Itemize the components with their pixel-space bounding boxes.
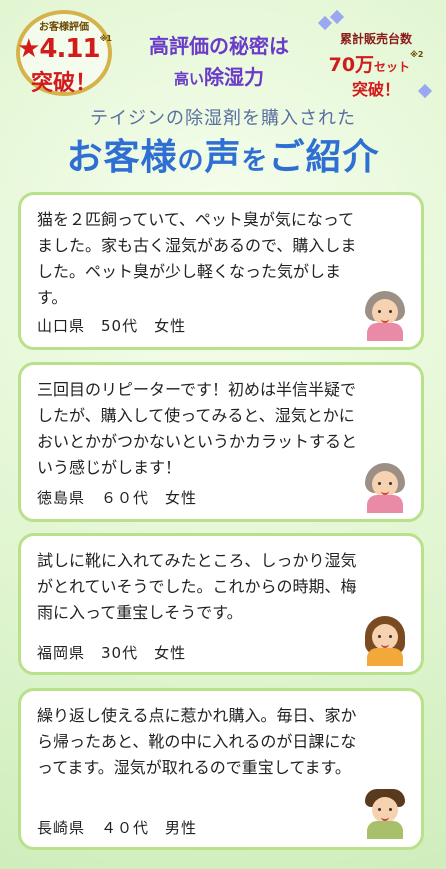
review-card: 三回目のリピーターです！初めは半信半疑でしたが、購入して使ってみると、湿気とかに…: [18, 362, 424, 522]
sparkle-icon: [329, 9, 345, 25]
rating-caption: お客様評価: [39, 22, 89, 33]
elderly-woman-icon: [365, 463, 405, 513]
catch-line-1: 高評価の秘密は: [149, 34, 289, 58]
review-card: 猫を２匹飼っていて、ペット臭が気になってました。家も古く湿気があるので、購入しま…: [18, 192, 424, 350]
rating-note: ※1: [99, 34, 112, 43]
review-author: 福岡県 30代 女性: [37, 644, 187, 662]
review-text: 猫を２匹飼っていて、ペット臭が気になってました。家も古く湿気があるので、購入しま…: [37, 210, 357, 307]
review-author: 長崎県 ４０代 男性: [37, 819, 198, 837]
rating-badge: お客様評価 ★4.11※1 突破！: [8, 10, 120, 98]
lead-text: テイジンの除湿剤を購入された: [90, 108, 356, 129]
sales-suffix: 突破！: [351, 80, 400, 99]
rating-suffix: 突破！: [30, 71, 97, 96]
review-author: 山口県 50代 女性: [37, 317, 187, 335]
review-author: 徳島県 ６０代 女性: [37, 489, 198, 507]
catch-line-2: 高い除湿力: [173, 65, 264, 89]
review-text: 繰り返し使える点に惹かれ購入。毎日、家から帰ったあと、靴の中に入れるのが日課にな…: [37, 706, 357, 777]
sales-caption: 累計販売台数: [339, 32, 412, 46]
sparkle-icon: [317, 15, 333, 31]
catch-copy: 高評価の秘密は 高い除湿力: [128, 30, 310, 90]
man-icon: [365, 789, 405, 839]
elderly-woman-icon: [365, 291, 405, 341]
woman-icon: [365, 616, 405, 666]
review-card: 試しに靴に入れてみたところ、しっかり湿気がとれていそうでした。これからの時期、梅…: [18, 533, 424, 675]
page-title: お客様の声をご紹介: [66, 137, 380, 178]
review-text: 三回目のリピーターです！初めは半信半疑でしたが、購入して使ってみると、湿気とかに…: [37, 380, 358, 477]
page: お客様評価 ★4.11※1 突破！ 高評価の秘密は 高い除湿力 累計販売台数 7…: [0, 0, 446, 869]
review-card: 繰り返し使える点に惹かれ購入。毎日、家から帰ったあと、靴の中に入れるのが日課にな…: [18, 688, 424, 850]
sales-badge: 累計販売台数 70万セット※2 突破！: [314, 9, 438, 100]
review-text: 試しに靴に入れてみたところ、しっかり湿気がとれていそうでした。これからの時期、梅…: [37, 551, 357, 622]
rating-score: ★4.11※1: [17, 34, 112, 64]
sales-number: 70万セット※2: [328, 50, 424, 76]
